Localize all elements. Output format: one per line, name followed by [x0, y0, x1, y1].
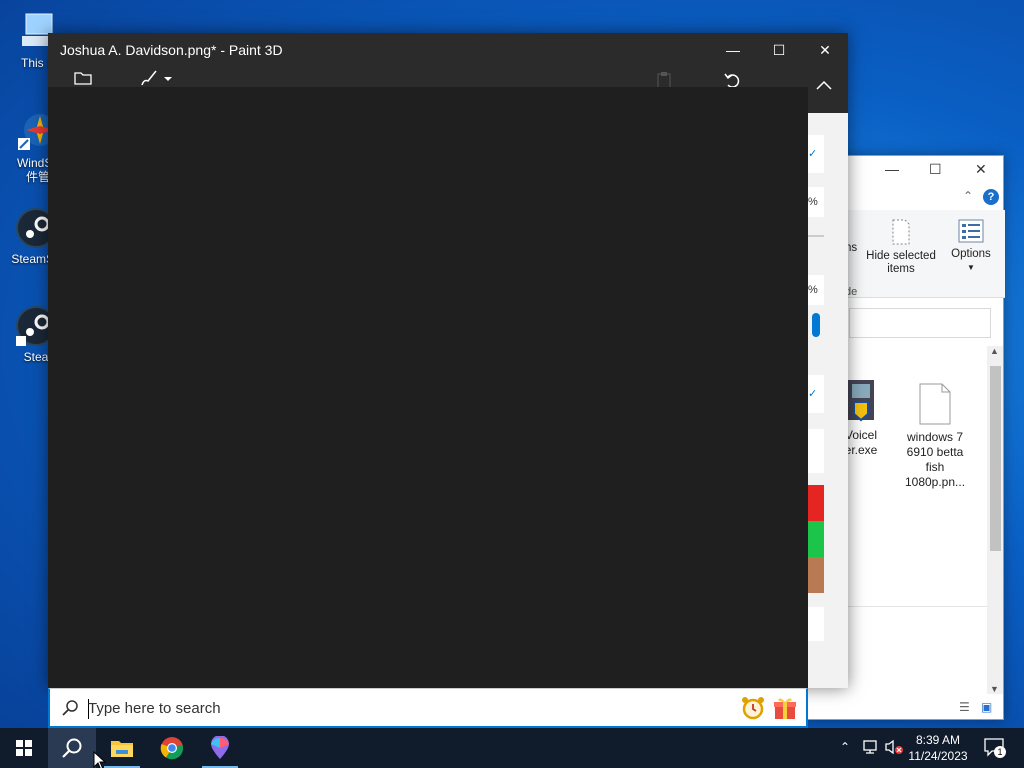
notification-badge: 1: [994, 746, 1006, 758]
gift-icon[interactable]: [772, 695, 798, 726]
scroll-up-icon[interactable]: ▲: [990, 346, 999, 356]
chrome-icon: [160, 737, 184, 760]
details-view-icon[interactable]: ☰: [959, 700, 970, 714]
scroll-down-icon[interactable]: ▼: [990, 684, 999, 694]
color-swatch-green[interactable]: [808, 521, 824, 557]
action-center-icon[interactable]: 1: [984, 738, 1006, 768]
chevron-down-icon: ▼: [967, 263, 975, 272]
mouse-cursor-icon: [93, 751, 107, 768]
minimize-icon[interactable]: —: [885, 161, 899, 177]
color-swatch-brown[interactable]: [808, 557, 824, 593]
collapse-panel-icon[interactable]: [816, 77, 832, 95]
folder-icon: [111, 741, 133, 757]
document-icon: [919, 383, 951, 425]
paint-side-panel: ✓ % % ✓: [808, 113, 848, 688]
hide-selected-icon: [892, 219, 910, 245]
options-button[interactable]: Options ▼: [945, 218, 997, 274]
explorer-scrollbar[interactable]: ▲ ▼: [987, 346, 1003, 694]
window-title: Joshua A. Davidson.png* - Paint 3D: [60, 42, 283, 58]
search-results-panel: [48, 87, 808, 688]
percent-value-1[interactable]: %: [808, 187, 824, 217]
color-input[interactable]: [808, 429, 824, 473]
windows-logo-icon: [16, 740, 32, 756]
slider-thumb[interactable]: [812, 313, 820, 337]
clock-date: 11/24/2023: [908, 749, 968, 763]
taskbar: ⌃ 8:39 AM 11/24/2023 1: [0, 728, 1024, 768]
close-button[interactable]: ✕: [802, 39, 848, 61]
search-explorer-input[interactable]: [849, 308, 991, 338]
check-icon[interactable]: ✓: [808, 375, 824, 413]
options-label: Options: [951, 248, 991, 260]
hide-selected-items-button[interactable]: Hide selected items: [861, 218, 941, 276]
clock[interactable]: 8:39 AM 11/24/2023: [900, 732, 976, 764]
file-name: Voicel er.exe: [844, 428, 878, 457]
percent-value-2[interactable]: %: [808, 275, 824, 305]
ribbon-collapse-icon[interactable]: ⌃: [963, 189, 973, 203]
clock-time: 8:39 AM: [915, 733, 961, 747]
start-button[interactable]: [0, 728, 48, 768]
network-icon[interactable]: [862, 739, 880, 768]
file-name: windows 7 6910 betta fish 1080p.pn...: [904, 430, 966, 489]
paint3d-icon: [211, 736, 229, 759]
check-icon[interactable]: ✓: [808, 135, 824, 173]
installer-icon: [848, 380, 874, 422]
taskbar-search-box[interactable]: Type here to search: [48, 688, 808, 728]
search-icon: [62, 699, 80, 722]
close-icon[interactable]: ✕: [975, 161, 987, 178]
hide-selected-label: Hide selected items: [866, 250, 936, 275]
scrollbar-thumb[interactable]: [990, 366, 1001, 551]
options-icon: [958, 219, 984, 243]
help-icon[interactable]: ?: [983, 189, 999, 205]
add-color-button[interactable]: [808, 607, 824, 641]
maximize-icon[interactable]: ☐: [929, 161, 942, 178]
search-button[interactable]: [48, 728, 96, 768]
chrome-taskbar-button[interactable]: [148, 728, 196, 768]
alarm-clock-icon[interactable]: [740, 695, 766, 726]
search-icon: [62, 738, 82, 758]
chevron-up-icon[interactable]: ⌃: [840, 740, 850, 768]
maximize-button[interactable]: ☐: [756, 39, 802, 61]
large-icons-view-icon[interactable]: ▣: [981, 700, 992, 714]
file-item-betta-fish[interactable]: windows 7 6910 betta fish 1080p.pn...: [899, 382, 971, 490]
search-input[interactable]: Type here to search: [88, 700, 221, 717]
separator: [808, 235, 824, 237]
minimize-button[interactable]: —: [710, 39, 756, 61]
color-swatch-red[interactable]: [808, 485, 824, 521]
paint3d-taskbar-button[interactable]: [196, 728, 244, 768]
